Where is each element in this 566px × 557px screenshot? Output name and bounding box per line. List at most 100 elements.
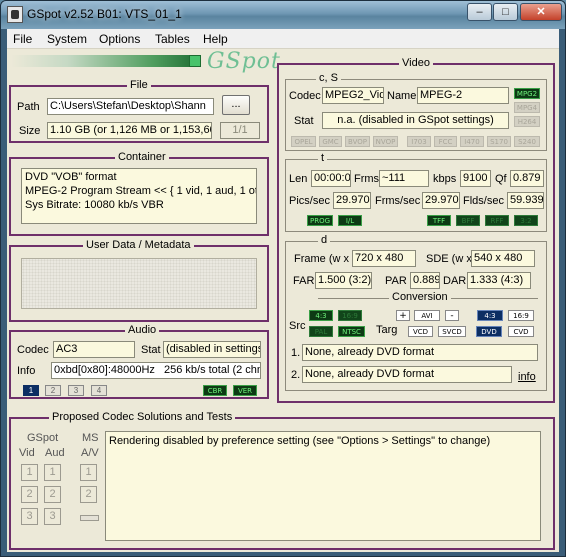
vid-3-button[interactable]: 3 bbox=[21, 508, 38, 525]
avi-button[interactable]: AVI bbox=[414, 310, 440, 321]
audio-info-value-1: 0xbd[0x80]:48000Hz bbox=[54, 364, 155, 376]
audio-codec-field: AC3 bbox=[53, 341, 135, 358]
vid-2-button[interactable]: 2 bbox=[21, 486, 38, 503]
av-slider[interactable] bbox=[80, 515, 99, 521]
proposed-message: Rendering disabled by preference setting… bbox=[109, 435, 491, 447]
prog-badge: PROG bbox=[307, 215, 333, 226]
maximize-button[interactable]: □ bbox=[493, 3, 518, 21]
video-group: Video c, S Codec MPEG2_Vide Name MPEG-2 … bbox=[277, 57, 555, 403]
video-name-field: MPEG-2 bbox=[417, 87, 509, 104]
proposed-group-title: Proposed Codec Solutions and Tests bbox=[49, 411, 236, 424]
path-field[interactable]: C:\Users\Stefan\Desktop\Shann bbox=[47, 98, 214, 115]
qf-label: Qf bbox=[495, 173, 507, 185]
audio-stream-2-button[interactable]: 2 bbox=[45, 385, 61, 396]
audio-stream-1-button[interactable]: 1 bbox=[23, 385, 39, 396]
interlaced-badge: I/L bbox=[338, 215, 362, 226]
ms-column-label: MS bbox=[82, 432, 99, 444]
nvop-badge: NVOP bbox=[373, 136, 398, 147]
timing-section-title: t bbox=[318, 152, 328, 165]
browse-button[interactable]: ... bbox=[222, 95, 250, 115]
frame-label: Frame (w x bbox=[294, 253, 349, 265]
menu-help[interactable]: Help bbox=[203, 32, 228, 46]
targ-label: Targ bbox=[376, 324, 398, 336]
minus-button[interactable]: - bbox=[445, 310, 459, 321]
vcd-button[interactable]: VCD bbox=[408, 326, 433, 337]
ver-badge: VER bbox=[233, 385, 257, 396]
av-1-button[interactable]: 1 bbox=[80, 464, 97, 481]
dimensions-section-title: d bbox=[318, 234, 331, 247]
audio-info-field: 0xbd[0x80]:48000Hz 256 kb/s total (2 chn… bbox=[51, 362, 261, 379]
menu-options[interactable]: Options bbox=[99, 32, 140, 46]
path-label: Path bbox=[17, 101, 40, 113]
kbps-field: 9100 bbox=[460, 170, 491, 187]
audio-stat-label: Stat bbox=[141, 344, 161, 356]
client-area: File System Options Tables Help GSpot Fi… bbox=[7, 29, 559, 552]
src-16-9-badge: 16:9 bbox=[338, 310, 362, 321]
user-data-group-title: User Data / Metadata bbox=[83, 239, 194, 252]
frms-label: Frms bbox=[354, 173, 380, 185]
user-data-box[interactable] bbox=[21, 258, 257, 309]
user-data-group: User Data / Metadata bbox=[9, 239, 269, 322]
timing-section: t Len 00:00:0 Frms ~111 kbps 9100 Qf 0.8… bbox=[285, 152, 547, 232]
codec-section-title: c, S bbox=[316, 72, 341, 85]
kbps-label: kbps bbox=[433, 173, 457, 185]
conv-1-number: 1. bbox=[291, 347, 301, 359]
close-button[interactable]: ✕ bbox=[520, 3, 562, 21]
dvd-button[interactable]: DVD bbox=[476, 326, 502, 337]
frms-sec-label: Frms/sec bbox=[375, 195, 421, 207]
audio-stream-3-button[interactable]: 3 bbox=[68, 385, 84, 396]
minimize-button[interactable]: – bbox=[467, 3, 492, 21]
frame-field: 720 x 480 bbox=[352, 250, 416, 267]
ntsc-badge: NTSC bbox=[338, 326, 365, 337]
flds-sec-label: Flds/sec bbox=[463, 195, 504, 207]
gspot-column-label: GSpot bbox=[27, 432, 59, 444]
aud-2-button[interactable]: 2 bbox=[44, 486, 61, 503]
dimensions-section: d Frame (w x 720 x 480 SDE (w x 540 x 48… bbox=[285, 234, 547, 391]
conversion-2-field: None, already DVD format bbox=[302, 366, 512, 383]
menu-tables[interactable]: Tables bbox=[155, 32, 190, 46]
menu-file[interactable]: File bbox=[13, 32, 32, 46]
s240-badge: S240 bbox=[514, 136, 540, 147]
file-group-title: File bbox=[127, 79, 151, 92]
info-link[interactable]: info bbox=[518, 370, 536, 384]
cvd-button[interactable]: CVD bbox=[508, 326, 534, 337]
container-line-3: Sys Bitrate: 10080 kb/s VBR bbox=[25, 199, 164, 211]
audio-info-value-2: 256 kb/s total (2 chnl bbox=[163, 364, 261, 376]
video-name-label: Name bbox=[387, 90, 417, 102]
aud-3-button[interactable]: 3 bbox=[44, 508, 61, 525]
title-bar[interactable]: GSpot v2.52 B01: VTS_01_1 – □ ✕ bbox=[1, 1, 565, 29]
container-line-1: DVD "VOB" format bbox=[25, 171, 117, 183]
flds-sec-field: 59.939 bbox=[507, 192, 544, 209]
proposed-message-box: Rendering disabled by preference setting… bbox=[105, 431, 541, 541]
svcd-button[interactable]: SVCD bbox=[438, 326, 466, 337]
pal-badge: PAL bbox=[309, 326, 333, 337]
par-field: 0.889 bbox=[410, 272, 440, 289]
conversion-1-field: None, already DVD format bbox=[302, 344, 538, 361]
app-window: GSpot v2.52 B01: VTS_01_1 – □ ✕ File Sys… bbox=[0, 0, 566, 557]
container-group: Container DVD "VOB" format MPEG-2 Progra… bbox=[9, 151, 269, 236]
bff-badge: BFF bbox=[456, 215, 480, 226]
qf-field: 0.879 bbox=[510, 170, 544, 187]
vid-label: Vid bbox=[19, 447, 35, 459]
av-2-button[interactable]: 2 bbox=[80, 486, 97, 503]
window-title: GSpot v2.52 B01: VTS_01_1 bbox=[27, 7, 182, 21]
targ-16-9-button[interactable]: 16:9 bbox=[508, 310, 534, 321]
video-codec-label: Codec bbox=[289, 90, 321, 102]
video-group-title: Video bbox=[399, 57, 433, 70]
h264-badge: H264 bbox=[514, 116, 540, 127]
plus-button[interactable]: + bbox=[396, 310, 410, 321]
dar-field: 1.333 (4:3) bbox=[467, 272, 531, 289]
bvop-badge: BVOP bbox=[345, 136, 370, 147]
conv-2-number: 2. bbox=[291, 369, 301, 381]
gspot-logo: GSpot bbox=[207, 49, 281, 74]
menu-system[interactable]: System bbox=[47, 32, 87, 46]
aud-1-button[interactable]: 1 bbox=[44, 464, 61, 481]
targ-4-3-button[interactable]: 4:3 bbox=[477, 310, 503, 321]
gmc-badge: GMC bbox=[319, 136, 342, 147]
size-field: 1.10 GB (or 1,126 MB or 1,153,60 bbox=[47, 122, 212, 139]
audio-stream-4-button[interactable]: 4 bbox=[91, 385, 107, 396]
vid-1-button[interactable]: 1 bbox=[21, 464, 38, 481]
audio-stat-field: (disabled in settings) bbox=[163, 341, 261, 358]
sde-label: SDE (w x bbox=[426, 253, 472, 265]
menu-bar: File System Options Tables Help bbox=[7, 29, 559, 49]
